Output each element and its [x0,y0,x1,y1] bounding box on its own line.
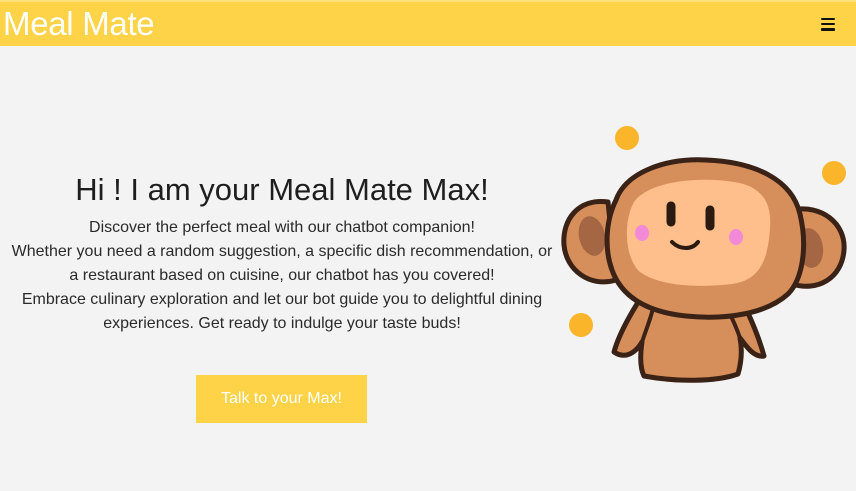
mascot-eye [705,205,715,231]
decor-dot [615,126,639,150]
decor-dot [822,161,846,185]
navbar: Meal Mate [0,0,856,46]
hero-description: Discover the perfect meal with our chatb… [0,216,564,336]
hero-description-line: Embrace culinary exploration and let our… [21,291,543,308]
talk-to-max-button[interactable]: Talk to your Max! [196,375,367,423]
mascot-cheek [729,229,743,245]
hero-title: Hi ! I am your Meal Mate Max! [75,172,489,207]
hero-description-line: experiences. Get ready to indulge your t… [103,315,461,332]
monkey-mascot-icon [561,126,847,383]
hero-description-line: Whether you need a random suggestion, a … [11,243,553,260]
hero-description-line: Discover the perfect meal with our chatb… [89,219,475,236]
hero-description-line: a restaurant based on cuisine, our chatb… [69,267,495,284]
menu-bar [821,22,835,26]
brand-logo[interactable]: Meal Mate [3,4,155,44]
hero-section: Hi ! I am your Meal Mate Max! Discover t… [0,168,564,336]
mascot-cheek [635,225,649,241]
menu-bar [821,17,835,21]
decor-dot [569,313,593,337]
menu-bar [821,27,835,31]
mascot-eye [666,201,676,227]
hamburger-menu-icon[interactable] [820,15,836,33]
